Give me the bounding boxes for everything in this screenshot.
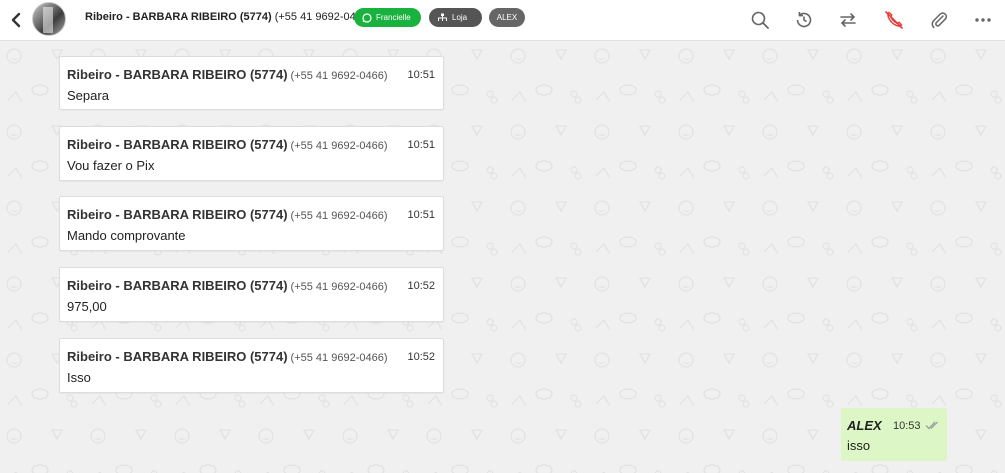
message-bubble[interactable]: Ribeiro - BARBARA RIBEIRO (5774) (+55 41 … bbox=[59, 196, 444, 251]
message-text: isso bbox=[847, 438, 871, 453]
message-time: 10:51 bbox=[407, 139, 435, 151]
message-sender: Ribeiro - BARBARA RIBEIRO (5774) bbox=[67, 349, 288, 364]
message-time: 10:51 bbox=[407, 69, 435, 81]
message-sender: ALEX bbox=[847, 418, 882, 433]
tag-label: Loja bbox=[452, 13, 468, 22]
history-icon[interactable] bbox=[793, 9, 815, 31]
more-icon[interactable] bbox=[972, 9, 994, 31]
message-text: Vou fazer o Pix bbox=[67, 158, 155, 173]
whatsapp-icon bbox=[362, 12, 372, 23]
contact-name: Ribeiro - BARBARA RIBEIRO (5774) bbox=[85, 11, 272, 23]
outgoing-message-bubble[interactable]: ALEX 10:53 isso bbox=[841, 408, 947, 461]
message-sender-phone: (+55 41 9692-0466) bbox=[290, 352, 388, 364]
tag-francielle[interactable]: Francielle bbox=[354, 8, 421, 27]
tag-loja[interactable]: Loja bbox=[429, 8, 482, 27]
end-call-icon[interactable] bbox=[883, 9, 905, 31]
message-text: 975,00 bbox=[67, 299, 107, 314]
message-bubble[interactable]: Ribeiro - BARBARA RIBEIRO (5774) (+55 41 … bbox=[59, 267, 444, 322]
message-bubble[interactable]: Ribeiro - BARBARA RIBEIRO (5774) (+55 41 … bbox=[59, 126, 444, 181]
message-text: Separa bbox=[67, 88, 109, 103]
attachment-icon[interactable] bbox=[928, 9, 950, 31]
message-bubble[interactable]: Ribeiro - BARBARA RIBEIRO (5774) (+55 41 … bbox=[59, 56, 444, 110]
store-sitemap-icon bbox=[438, 13, 447, 21]
message-sender: Ribeiro - BARBARA RIBEIRO (5774) bbox=[67, 67, 288, 82]
transfer-icon[interactable] bbox=[837, 9, 859, 31]
contact-info: Ribeiro - BARBARA RIBEIRO (5774) (+55 41… bbox=[85, 11, 372, 23]
message-bubble[interactable]: Ribeiro - BARBARA RIBEIRO (5774) (+55 41 … bbox=[59, 338, 444, 393]
message-sender-phone: (+55 41 9692-0466) bbox=[290, 281, 388, 293]
message-sender: Ribeiro - BARBARA RIBEIRO (5774) bbox=[67, 137, 288, 152]
message-sender: Ribeiro - BARBARA RIBEIRO (5774) bbox=[67, 278, 288, 293]
message-text: Isso bbox=[67, 370, 91, 385]
message-sender-phone: (+55 41 9692-0466) bbox=[290, 70, 388, 82]
message-sender-phone: (+55 41 9692-0466) bbox=[290, 210, 388, 222]
message-sender: Ribeiro - BARBARA RIBEIRO (5774) bbox=[67, 207, 288, 222]
chat-header: Ribeiro - BARBARA RIBEIRO (5774) (+55 41… bbox=[0, 0, 1005, 41]
message-time: 10:52 bbox=[407, 280, 435, 292]
message-time: 10:52 bbox=[407, 351, 435, 363]
message-sender-phone: (+55 41 9692-0466) bbox=[290, 140, 388, 152]
double-check-icon bbox=[925, 421, 938, 430]
message-text: Mando comprovante bbox=[67, 228, 186, 243]
avatar[interactable] bbox=[32, 2, 66, 36]
message-time: 10:53 bbox=[893, 420, 921, 432]
tag-label: Francielle bbox=[376, 13, 411, 22]
tag-alex[interactable]: ALEX bbox=[489, 8, 525, 27]
message-time: 10:51 bbox=[407, 209, 435, 221]
back-icon[interactable] bbox=[10, 11, 22, 29]
tag-label: ALEX bbox=[496, 13, 518, 22]
search-icon[interactable] bbox=[749, 9, 771, 31]
